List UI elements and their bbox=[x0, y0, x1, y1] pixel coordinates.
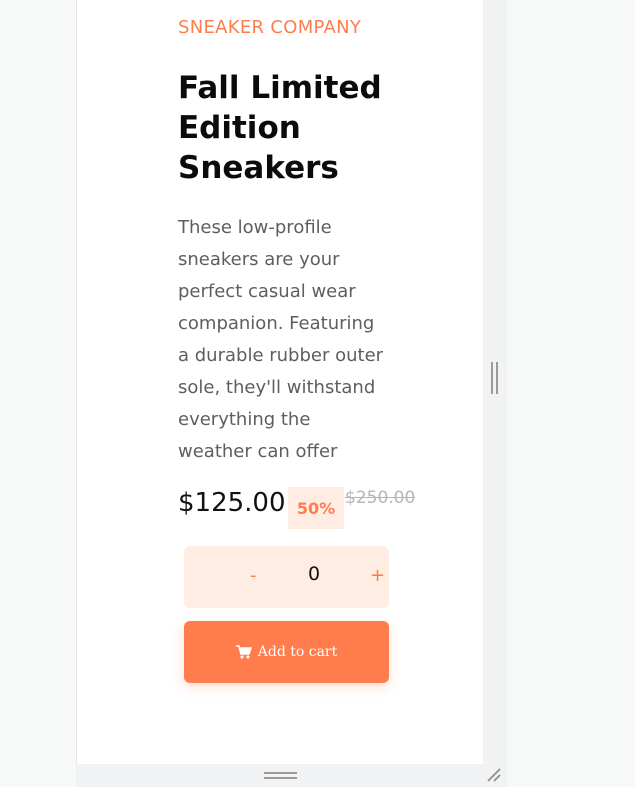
original-price: $250.00 bbox=[345, 488, 416, 508]
brand-label: SNEAKER COMPANY bbox=[178, 17, 362, 38]
increase-quantity-button[interactable]: + bbox=[370, 565, 385, 586]
quantity-value: 0 bbox=[307, 563, 321, 585]
vertical-resize-handle[interactable] bbox=[491, 362, 498, 394]
add-to-cart-label: Add to cart bbox=[257, 644, 338, 660]
product-description: These low-profile sneakers are your perf… bbox=[178, 217, 384, 462]
add-to-cart-button[interactable]: Add to cart bbox=[184, 621, 389, 683]
discount-badge: 50% bbox=[288, 487, 344, 529]
corner-resize-handle-icon[interactable] bbox=[486, 767, 502, 783]
current-price: $125.00 bbox=[178, 488, 286, 518]
decrease-quantity-button[interactable]: - bbox=[250, 565, 257, 586]
cart-icon bbox=[235, 645, 252, 659]
product-title: Fall Limited Edition Sneakers bbox=[178, 70, 382, 186]
quantity-stepper: - 0 + bbox=[184, 546, 389, 608]
horizontal-resize-handle[interactable] bbox=[264, 772, 297, 779]
